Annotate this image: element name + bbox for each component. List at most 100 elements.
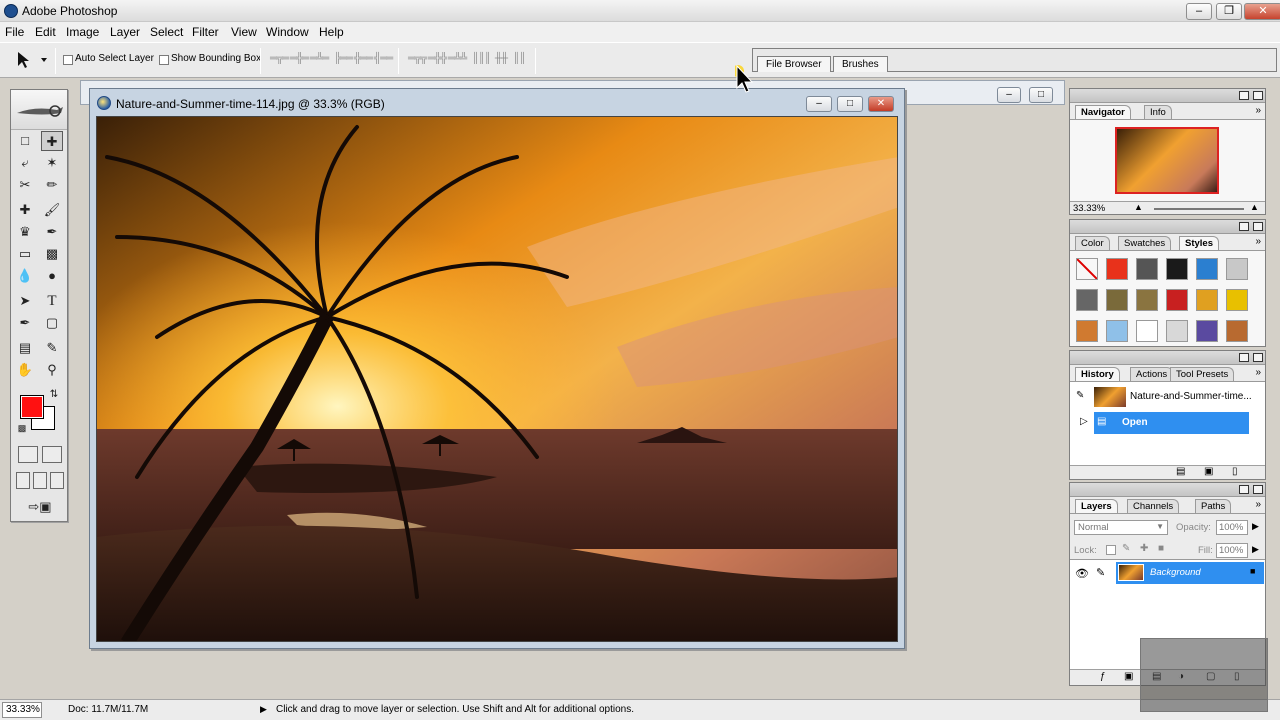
align-right-button[interactable]: ╣══ [374,52,393,66]
opacity-input[interactable]: 100% [1216,520,1248,535]
panel-close-icon[interactable] [1253,485,1263,494]
panel-minimize-icon[interactable] [1239,222,1249,231]
shape-tool-icon[interactable]: ▢ [41,313,63,333]
blur-tool-icon[interactable]: 💧 [14,266,36,286]
crop-tool-icon[interactable]: ✂ [14,175,36,195]
distribute-top-button[interactable]: ═╦╦ [408,52,427,66]
menu-filter[interactable]: Filter [192,25,219,39]
tab-paths[interactable]: Paths [1195,499,1232,513]
zoom-slider-track[interactable] [1154,208,1244,210]
panel-close-icon[interactable] [1253,222,1263,231]
delete-state-icon[interactable]: ▯ [1232,466,1238,477]
panel-minimize-icon[interactable] [1239,353,1249,362]
eyedropper-tool-icon[interactable]: ✎ [41,338,63,358]
zoom-in-icon[interactable]: ▲ [1250,202,1259,212]
auto-select-layer-checkbox[interactable] [63,55,73,65]
style-swatch[interactable] [1226,320,1248,342]
restore-button[interactable]: ❐ [1216,3,1242,20]
menu-select[interactable]: Select [150,25,183,39]
layer-visibility-eye-icon[interactable]: 👁 [1075,567,1089,580]
slice-tool-icon[interactable]: ✏ [41,175,63,195]
menu-layer[interactable]: Layer [110,25,140,39]
menu-file[interactable]: File [5,25,24,39]
new-document-from-state-icon[interactable]: ▤ [1176,466,1185,477]
menu-image[interactable]: Image [66,25,99,39]
panel-title-bar[interactable] [1070,483,1265,497]
history-snapshot-row[interactable]: ✎ Nature-and-Summer-time... [1074,386,1254,408]
tab-info[interactable]: Info [1144,105,1172,119]
tab-tool-presets[interactable]: Tool Presets [1170,367,1235,381]
lock-transparency-checkbox[interactable] [1106,545,1116,555]
default-colors-icon[interactable]: ▩ [16,422,28,434]
close-button[interactable]: ✕ [1244,3,1280,20]
history-brush-source-icon[interactable]: ✎ [1076,390,1084,401]
show-bounding-box-checkbox[interactable] [159,55,169,65]
tab-actions[interactable]: Actions [1130,367,1174,381]
document-close-button[interactable]: ✕ [868,96,894,112]
toolbox-header[interactable] [11,90,67,130]
tab-brushes[interactable]: Brushes [833,56,888,72]
pen-tool-icon[interactable]: ✒ [14,313,36,333]
menu-help[interactable]: Help [319,25,344,39]
tab-file-browser[interactable]: File Browser [757,56,831,72]
menu-edit[interactable]: Edit [35,25,56,39]
tab-channels[interactable]: Channels [1127,499,1180,513]
status-doc-size[interactable]: Doc: 11.7M/11.7M [68,704,148,715]
lock-image-icon[interactable]: ✎ [1122,543,1130,554]
opacity-arrow-icon[interactable]: ▶ [1252,521,1259,532]
distribute-vertical-center-button[interactable]: ═╬╬ [428,52,447,66]
history-state-row[interactable]: ▤ Open [1094,412,1249,434]
document-minimize-button[interactable]: – [806,96,832,112]
panel-menu-icon[interactable]: » [1255,499,1261,510]
align-bottom-button[interactable]: ═╩═ [310,52,329,66]
fill-input[interactable]: 100% [1216,543,1248,558]
tab-navigator[interactable]: Navigator [1075,105,1131,119]
magic-wand-tool-icon[interactable]: ✶ [41,153,63,173]
distribute-left-button[interactable]: ║║║ [472,52,491,66]
lasso-tool-icon[interactable]: ⤶ [14,153,36,173]
tab-color[interactable]: Color [1075,236,1110,250]
history-brush-tool-icon[interactable]: ✒ [41,222,63,242]
background-doc-restore-button[interactable]: □ [1029,87,1053,103]
move-tool-icon[interactable]: ✚ [41,131,63,151]
panel-menu-icon[interactable]: » [1255,236,1261,247]
quick-mask-mode-button[interactable] [42,446,62,463]
zoom-tool-icon[interactable]: ⚲ [41,360,63,380]
screen-mode-full-menu-button[interactable] [33,472,47,489]
layer-row-background[interactable]: Background ■ [1116,562,1264,584]
layer-mask-icon[interactable]: ▣ [1124,671,1133,682]
type-tool-icon[interactable]: T [41,291,63,311]
screen-mode-standard-button[interactable] [16,472,30,489]
panel-menu-icon[interactable]: » [1255,367,1261,378]
panel-close-icon[interactable] [1253,353,1263,362]
standard-mode-button[interactable] [18,446,38,463]
tab-history[interactable]: History [1075,367,1120,381]
blend-mode-select[interactable]: Normal ▼ [1074,520,1168,535]
clone-stamp-tool-icon[interactable]: ♛ [14,222,36,242]
style-swatch[interactable] [1196,320,1218,342]
minimize-button[interactable]: – [1186,3,1212,20]
foreground-color-swatch[interactable] [20,395,44,419]
panel-close-icon[interactable] [1253,91,1263,100]
menu-view[interactable]: View [231,25,257,39]
align-vertical-center-button[interactable]: ═╬═ [290,52,309,66]
style-swatch[interactable] [1076,289,1098,311]
panel-minimize-icon[interactable] [1239,91,1249,100]
navigator-thumbnail[interactable] [1115,127,1219,194]
align-horizontal-center-button[interactable]: ╬══ [354,52,373,66]
panel-menu-icon[interactable]: » [1255,105,1261,116]
distribute-bottom-button[interactable]: ═╩╩ [448,52,467,66]
panel-minimize-icon[interactable] [1239,485,1249,494]
style-swatch[interactable] [1136,258,1158,280]
dodge-tool-icon[interactable]: ● [41,266,63,286]
new-snapshot-icon[interactable]: ▣ [1204,466,1213,477]
gradient-tool-icon[interactable]: ▩ [41,244,63,264]
document-restore-button[interactable]: □ [837,96,863,112]
style-swatch[interactable] [1106,320,1128,342]
screen-mode-full-button[interactable] [50,472,64,489]
distribute-right-button[interactable]: ║║ [510,52,528,66]
lock-all-icon[interactable]: ■ [1158,543,1164,554]
healing-brush-tool-icon[interactable]: ✚ [14,200,36,220]
brush-tool-icon[interactable]: 🖌 [41,200,63,220]
style-swatch[interactable] [1166,289,1188,311]
